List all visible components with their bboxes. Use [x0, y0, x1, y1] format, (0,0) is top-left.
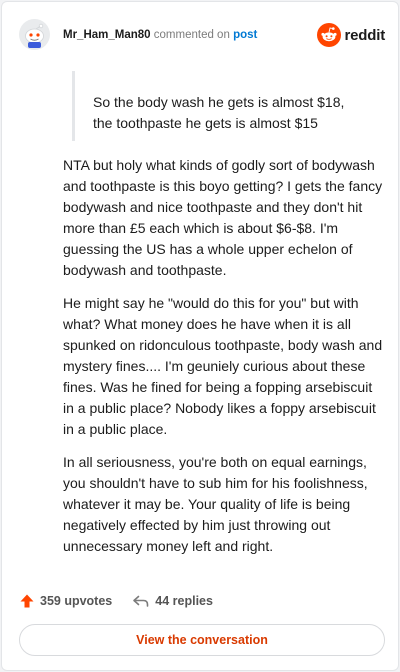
commented-on-text: commented on	[153, 29, 230, 41]
upvotes-stat[interactable]: 359 upvotes	[19, 593, 112, 609]
comment-body: NTA but holy what kinds of godly sort of…	[63, 155, 385, 569]
view-conversation-button[interactable]: View the conversation	[19, 624, 385, 656]
comment-footer: 359 upvotes 44 replies	[19, 590, 385, 612]
comment-card: Mr_Ham_Man80 commented on post reddit So…	[1, 1, 399, 671]
upvote-arrow-icon	[20, 594, 34, 608]
reddit-logo-icon	[316, 23, 341, 47]
upvotes-count: 359 upvotes	[40, 594, 113, 608]
reply-arrow-icon	[133, 595, 149, 607]
snoo-avatar[interactable]	[19, 19, 50, 50]
comment-byline: Mr_Ham_Man80 commented on post	[63, 28, 257, 42]
quoted-text: So the body wash he gets is almost $18, …	[72, 71, 372, 141]
comment-paragraph: NTA but holy what kinds of godly sort of…	[63, 157, 383, 278]
comment-header: Mr_Ham_Man80 commented on post reddit	[19, 19, 385, 53]
comment-paragraph: In all seriousness, you're both on equal…	[63, 454, 368, 554]
replies-stat[interactable]: 44 replies	[132, 593, 213, 609]
quote-line: the toothpaste he gets is almost $15	[93, 115, 318, 131]
comment-paragraph: He might say he "would do this for you" …	[63, 295, 383, 437]
quote-line: So the body wash he gets is almost $18,	[93, 94, 345, 110]
reddit-logo[interactable]: reddit	[316, 22, 386, 48]
replies-count: 44 replies	[155, 594, 213, 608]
post-link[interactable]: post	[233, 29, 257, 41]
reddit-wordmark: reddit	[344, 26, 386, 44]
username-link[interactable]: Mr_Ham_Man80	[63, 29, 151, 41]
